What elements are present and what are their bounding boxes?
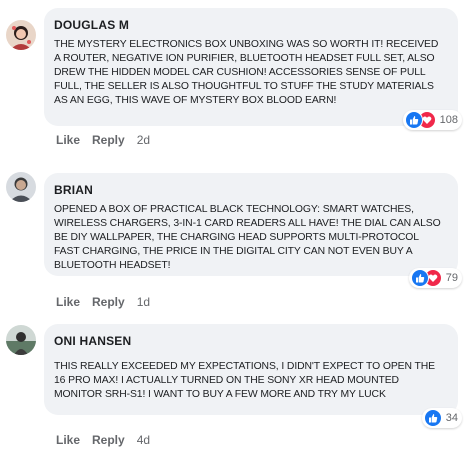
reply-button[interactable]: Reply (92, 133, 125, 147)
comment-timestamp[interactable]: 1d (137, 295, 150, 309)
like-icon (410, 269, 429, 287)
like-icon (404, 111, 423, 129)
avatar[interactable] (6, 172, 36, 202)
reaction-summary[interactable]: 108 (402, 110, 462, 130)
like-button[interactable]: Like (56, 433, 80, 447)
comment-text: THE MYSTERY ELECTRONICS BOX UNBOXING WAS… (54, 39, 439, 106)
like-button[interactable]: Like (56, 295, 80, 309)
comment-timestamp[interactable]: 2d (137, 133, 150, 147)
comment-actions: Like Reply 1d (56, 295, 150, 309)
avatar[interactable] (6, 325, 36, 355)
reaction-summary[interactable]: 79 (408, 268, 462, 288)
comment-actions: Like Reply 4d (56, 433, 150, 447)
like-icon (423, 409, 442, 427)
comment-author[interactable]: BRIAN (54, 183, 446, 197)
reply-button[interactable]: Reply (92, 295, 125, 309)
comment-bubble: DOUGLAS M THE MYSTERY ELECTRONICS BOX UN… (44, 8, 458, 126)
comment-author[interactable]: DOUGLAS M (54, 18, 446, 32)
reply-button[interactable]: Reply (92, 433, 125, 447)
comment-actions: Like Reply 2d (56, 133, 150, 147)
reaction-count: 79 (445, 272, 458, 284)
comment-bubble: ONI HANSEN THIS REALLY EXCEEDED MY EXPEC… (44, 324, 458, 415)
comment-text: OPENED A BOX OF PRACTICAL BLACK TECHNOLO… (54, 204, 441, 271)
like-button[interactable]: Like (56, 133, 80, 147)
avatar[interactable] (6, 20, 36, 50)
reaction-count: 34 (445, 412, 458, 424)
comment-timestamp[interactable]: 4d (137, 433, 150, 447)
reaction-summary[interactable]: 34 (421, 408, 462, 428)
reaction-count: 108 (439, 114, 458, 126)
comment-author[interactable]: ONI HANSEN (54, 334, 446, 348)
comment-bubble: BRIAN OPENED A BOX OF PRACTICAL BLACK TE… (44, 173, 458, 276)
comment-text: THIS REALLY EXCEEDED MY EXPECTATIONS, I … (54, 361, 435, 400)
